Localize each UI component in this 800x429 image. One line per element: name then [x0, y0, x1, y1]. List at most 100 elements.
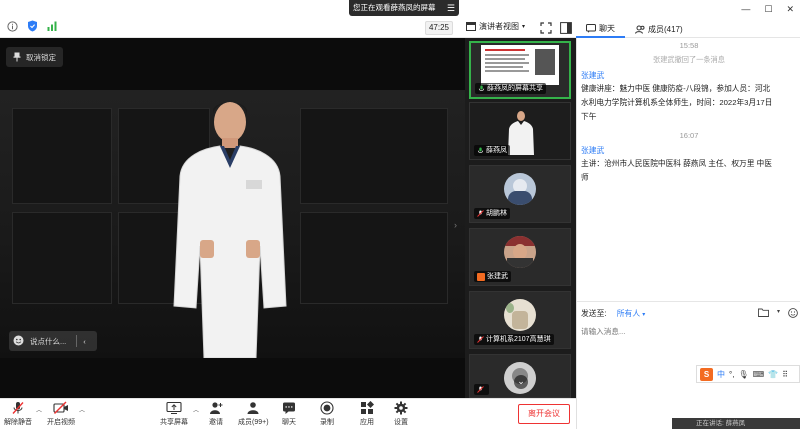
- apps-icon: [361, 401, 374, 414]
- thumbnail-participant[interactable]: ⌄: [469, 354, 571, 398]
- sharing-banner[interactable]: 您正在观看薛燕凤的屏幕 ☰: [349, 0, 459, 16]
- signal-icon[interactable]: [46, 20, 58, 32]
- wall-panel: [300, 108, 448, 204]
- start-video-label: 开启视频: [47, 419, 75, 426]
- invite-label: 邀请: [209, 419, 223, 426]
- quick-chat-input[interactable]: 说点什么... ‹: [9, 331, 97, 351]
- pin-icon: [13, 52, 21, 62]
- members-label: 成员(99+): [238, 419, 269, 426]
- meeting-timer: 47:25: [425, 21, 453, 35]
- participant-thumbnails: 薛燕凤的屏幕共享 薛燕凤 胡鹏林 张建武 计算机系2107高慧琪 ⌄: [465, 38, 576, 398]
- chevron-down-icon: ▾: [522, 24, 526, 30]
- message-sender[interactable]: 张建武: [581, 145, 604, 156]
- thumbnail-participant[interactable]: 计算机系2107高慧琪: [469, 291, 571, 349]
- mic-icon[interactable]: 🎙: [738, 370, 748, 379]
- window-controls: — ☐ ✕: [741, 4, 794, 15]
- close-icon[interactable]: ✕: [786, 4, 794, 15]
- fullscreen-icon[interactable]: [540, 21, 552, 34]
- send-to-value: 所有人: [616, 309, 641, 318]
- chat-timestamp: 16:07: [679, 131, 699, 140]
- punctuation-icon[interactable]: °,: [729, 370, 734, 379]
- send-to-selector[interactable]: 发送至: 所有人 ▾: [581, 308, 645, 319]
- view-mode-label: 演讲者视图: [479, 22, 519, 31]
- mic-muted-icon: [477, 386, 484, 393]
- info-icon[interactable]: [6, 20, 18, 32]
- unpin-button[interactable]: 取消锁定: [6, 47, 63, 67]
- ime-mode[interactable]: 中: [717, 369, 725, 380]
- unmute-button[interactable]: 解除静音: [4, 401, 32, 427]
- members-button[interactable]: 成员(99+): [238, 401, 269, 427]
- record-icon: [320, 401, 334, 415]
- skin-icon[interactable]: 👕: [768, 370, 778, 379]
- view-mode-dropdown[interactable]: 演讲者视图 ▾: [466, 21, 525, 32]
- chat-timestamp: 15:58: [679, 41, 699, 50]
- start-video-button[interactable]: 开启视频: [47, 401, 75, 427]
- apps-button[interactable]: 应用: [360, 401, 374, 427]
- chat-label: 聊天: [282, 419, 296, 426]
- keyboard-icon[interactable]: ⌨: [753, 370, 765, 379]
- ime-logo-icon: S: [700, 367, 713, 381]
- right-panel-tabs: 聊天 成员(417): [576, 20, 800, 38]
- chat-icon: [283, 402, 295, 414]
- send-to-label: 发送至:: [581, 309, 607, 318]
- chevron-down-icon[interactable]: ▾: [777, 308, 780, 320]
- chat-button[interactable]: 聊天: [282, 401, 296, 427]
- chevron-left-icon[interactable]: ‹: [83, 337, 86, 346]
- leave-meeting-button[interactable]: 离开会议: [518, 404, 570, 424]
- sharing-banner-text: 您正在观看薛燕凤的屏幕: [353, 3, 436, 12]
- thumbnail-name-tag: 薛燕凤的屏幕共享: [475, 83, 546, 94]
- minimize-icon[interactable]: —: [741, 4, 750, 15]
- settings-button[interactable]: 设置: [394, 401, 408, 427]
- main-video[interactable]: 取消锁定 说点什么... ‹ ›: [0, 38, 465, 398]
- share-screen-button[interactable]: 共享屏幕: [160, 401, 188, 427]
- mic-icon: [477, 147, 484, 153]
- speaking-indicator: 正在讲话: 薛燕凤: [672, 418, 800, 429]
- wall-panel: [300, 212, 448, 304]
- thumbnail-participant[interactable]: 张建武: [469, 228, 571, 286]
- invite-button[interactable]: 邀请: [209, 401, 223, 427]
- thumbnail-screen-share[interactable]: 薛燕凤的屏幕共享: [469, 41, 571, 99]
- thumbnail-participant[interactable]: 薛燕凤: [469, 102, 571, 160]
- message-body: 健康讲座：魅力中医 健康防疫-八段锦，参加人员：河北 水利电力学院计算机系全体师…: [581, 84, 773, 121]
- emoji-icon[interactable]: [788, 308, 798, 320]
- unmute-label: 解除静音: [4, 419, 32, 426]
- settings-label: 设置: [394, 419, 408, 426]
- chevron-up-icon[interactable]: ︿: [193, 405, 199, 414]
- presenter-figure: [173, 102, 287, 358]
- shield-icon[interactable]: [26, 20, 38, 32]
- mic-muted-icon: [12, 402, 24, 414]
- shared-screen-preview: [481, 45, 559, 85]
- wall-panel: [12, 212, 112, 304]
- message-sender[interactable]: 张建武: [581, 70, 604, 81]
- maximize-icon[interactable]: ☐: [764, 4, 772, 15]
- chat-tools: ▾: [758, 308, 798, 320]
- menu-icon[interactable]: ☰: [447, 0, 455, 16]
- emoji-icon[interactable]: [13, 335, 24, 348]
- speaker-video-frame: [0, 90, 465, 358]
- folder-icon[interactable]: [758, 308, 769, 320]
- chat-messages: 15:58 张建武撤回了一条消息 张建武 健康讲座：魅力中医 健康防疫-八段锦，…: [577, 38, 800, 298]
- chevron-up-icon[interactable]: ︿: [36, 405, 42, 414]
- divider: [76, 335, 78, 347]
- record-button[interactable]: 录制: [320, 401, 334, 427]
- thumbnail-participant[interactable]: 胡鹏林: [469, 165, 571, 223]
- top-bar: 您正在观看薛燕凤的屏幕 ☰ 47:25 演讲者视图 ▾ 聊天 成员(417) —…: [0, 0, 800, 38]
- side-panel-toggle-icon[interactable]: [560, 21, 572, 34]
- ime-toolbar[interactable]: S 中 °, 🎙 ⌨ 👕 ⠿: [696, 365, 800, 383]
- record-label: 录制: [320, 419, 334, 426]
- chevron-right-icon[interactable]: ›: [454, 220, 457, 230]
- chat-message-input[interactable]: [581, 324, 781, 338]
- tab-chat[interactable]: 聊天: [576, 20, 625, 38]
- avatar: [504, 236, 536, 268]
- add-user-icon: [210, 402, 223, 414]
- share-screen-label: 共享屏幕: [160, 419, 188, 426]
- tab-members[interactable]: 成员(417): [625, 20, 693, 38]
- chevron-up-icon[interactable]: ︿: [79, 405, 85, 414]
- chat-icon: [586, 23, 596, 33]
- chat-divider: [577, 301, 800, 302]
- scroll-down-icon[interactable]: ⌄: [514, 375, 528, 389]
- thumbnail-name-tag: 薛燕凤: [474, 145, 510, 156]
- apps-grid-icon[interactable]: ⠿: [782, 370, 788, 379]
- members-icon: [635, 25, 645, 34]
- grid-view-icon: [466, 22, 476, 31]
